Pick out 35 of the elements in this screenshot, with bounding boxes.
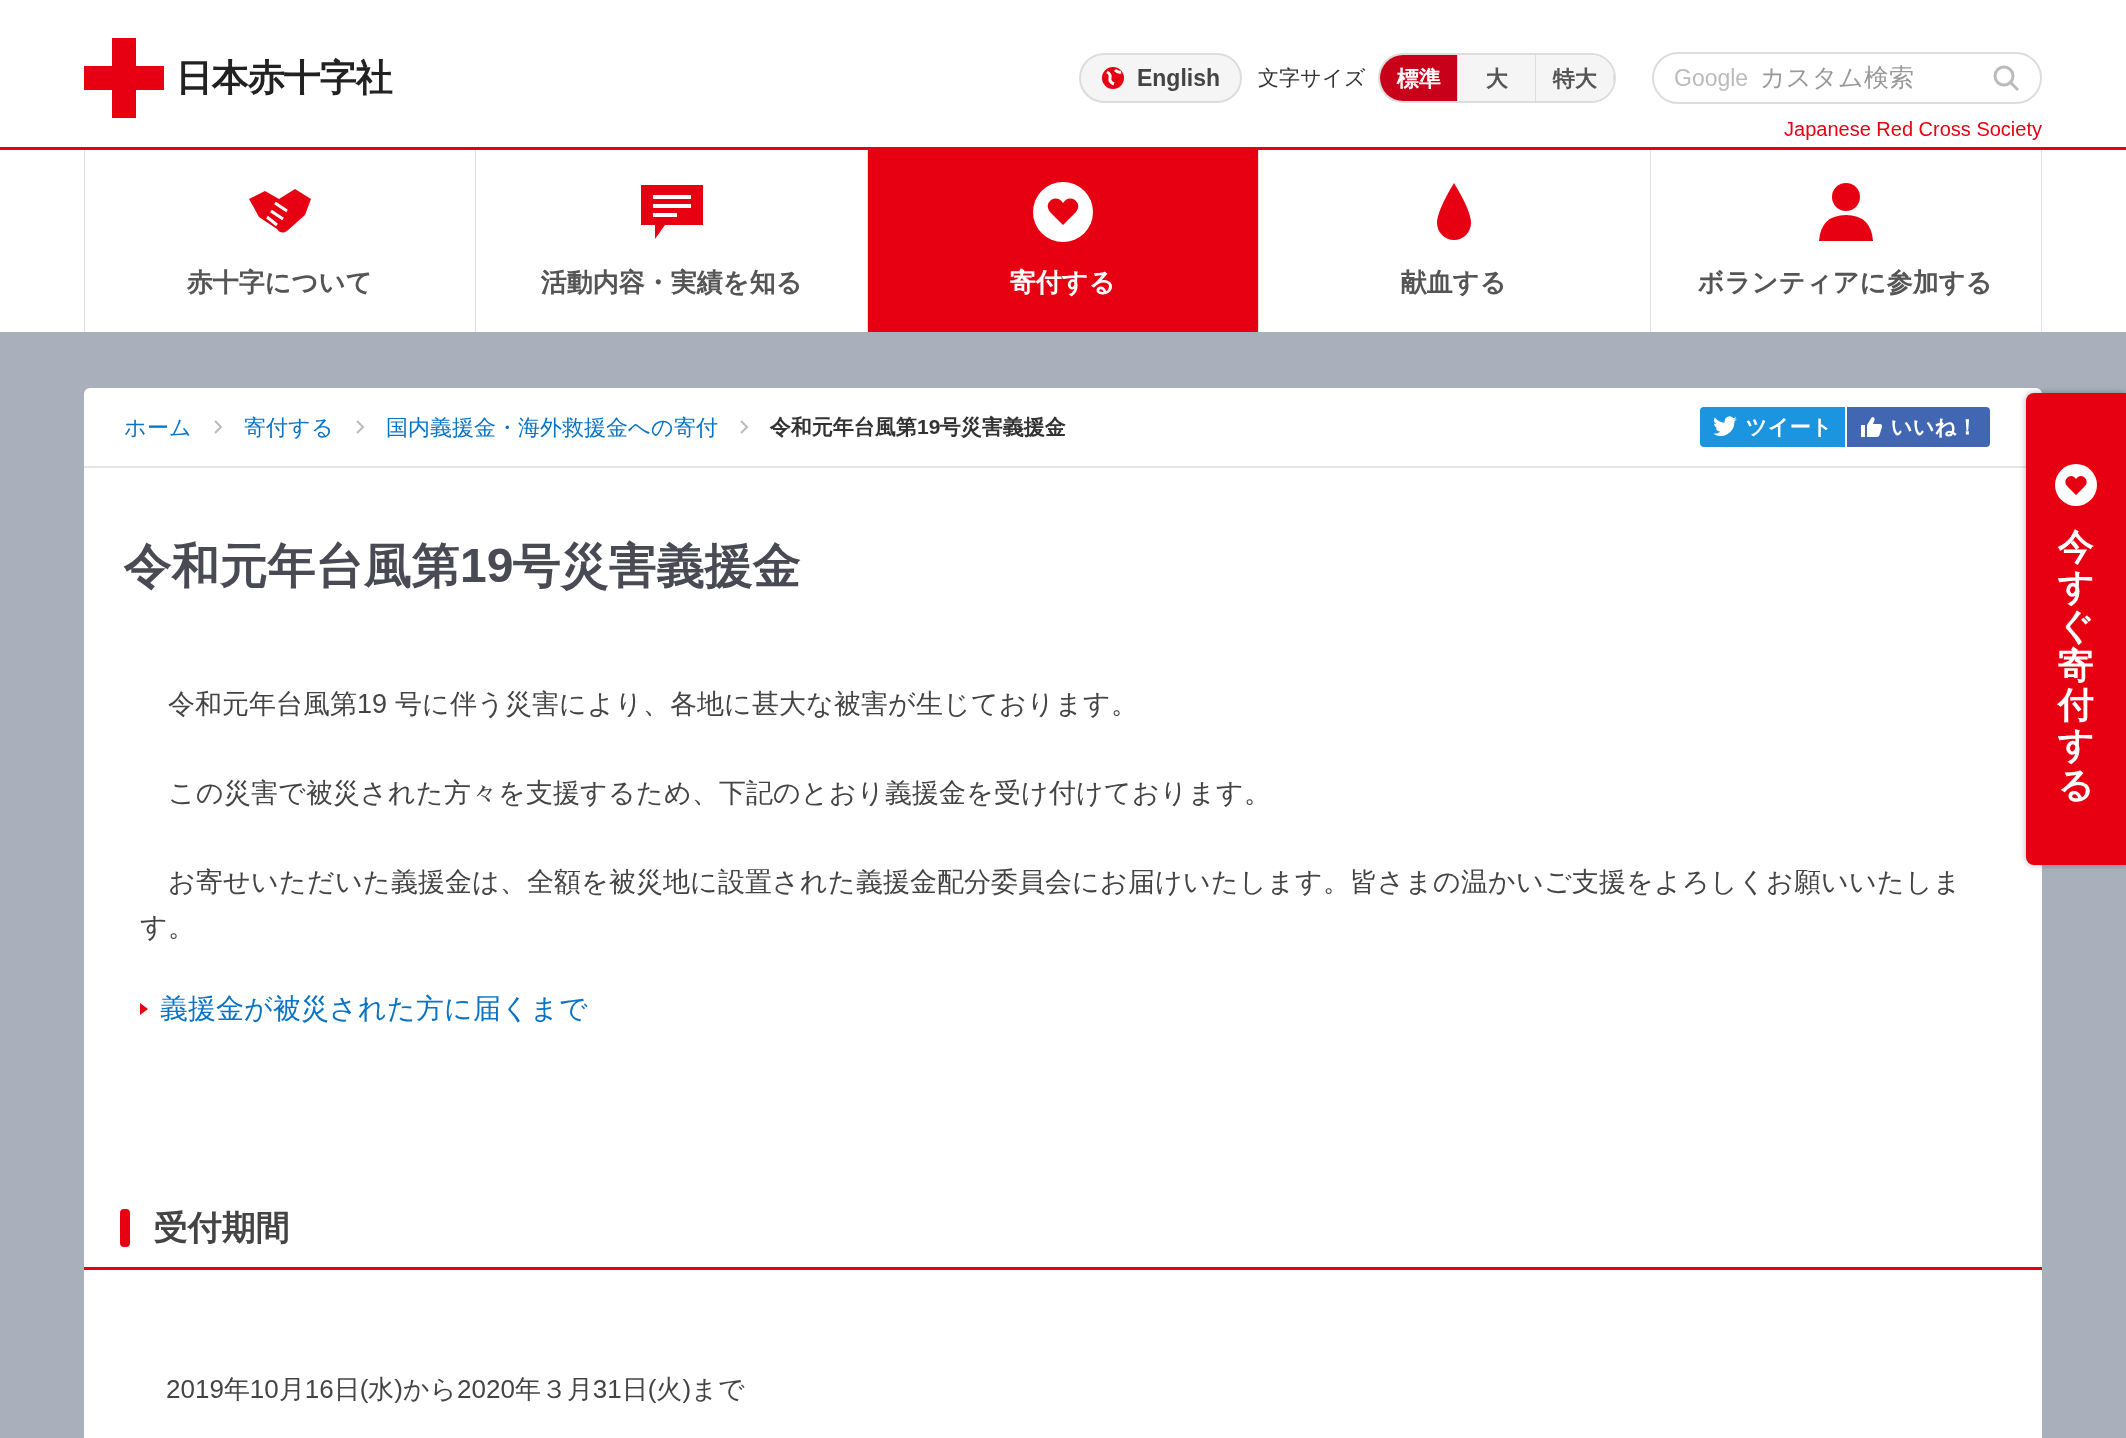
triangle-bullet-icon: [140, 1003, 148, 1015]
font-size-button[interactable]: 特大: [1536, 55, 1614, 101]
breadcrumb-current: 令和元年台風第19号災害義援金: [770, 414, 1067, 441]
english-button[interactable]: English: [1078, 53, 1242, 103]
bird-icon: [1712, 416, 1738, 438]
font-size-button[interactable]: 大: [1458, 55, 1536, 101]
heading-marker: [120, 1208, 130, 1247]
tagline: Japanese Red Cross Society: [1784, 117, 2042, 142]
body-paragraph: 令和元年台風第19 号に伴う災害により、各地に甚大な被害が生じております。: [167, 688, 1139, 721]
body-paragraph: お寄せいただいた義援金は、全額を被災地に設置された義援金配分委員会にお届けいたします。皆さまの温かいご支援をよろしくお願いいたします。: [140, 866, 1962, 944]
body-paragraph: この災害で被災された方々を支援するため、下記のとおり義援金を受け付けております。: [167, 777, 1272, 810]
chevron-icon: [212, 418, 224, 436]
breadcrumb-link[interactable]: ホーム: [124, 410, 192, 444]
page-title: 令和元年台風第19号災害義援金: [124, 538, 803, 594]
section-heading: 受付期間: [154, 1207, 290, 1248]
breadcrumb-link[interactable]: 寄付する: [244, 410, 334, 444]
like-button[interactable]: いいね！: [1847, 407, 1990, 447]
thumbs-up-icon: [1859, 415, 1883, 439]
google-brand-text: Google: [1674, 63, 1749, 93]
chevron-icon: [354, 418, 366, 436]
chevron-icon: [738, 418, 750, 436]
info-link[interactable]: 義援金が被災された方に届くまで: [160, 988, 588, 1030]
donate-side-tab[interactable]: 今すぐ寄付する: [2026, 393, 2126, 865]
globe-icon: [1100, 66, 1125, 90]
logo-text[interactable]: 日本赤十字社: [176, 50, 392, 106]
period-text: 2019年10月16日(水)から2020年３月31日(火)まで: [165, 1373, 747, 1406]
search-field[interactable]: カスタム検索: [1760, 59, 1980, 97]
nav-tab[interactable]: 寄付する: [866, 150, 1259, 332]
cross-logo-icon: [84, 38, 164, 118]
breadcrumb-link[interactable]: 国内義援金・海外救援金への寄付: [386, 410, 718, 444]
tweet-button[interactable]: ツイート: [1700, 407, 1845, 447]
font-size-button[interactable]: 標準: [1380, 55, 1458, 101]
nav-tab[interactable]: ボランティアに参加する: [1649, 150, 2043, 332]
font-size-label: 文字サイズ: [1258, 65, 1366, 92]
search-icon[interactable]: [1992, 64, 2020, 92]
